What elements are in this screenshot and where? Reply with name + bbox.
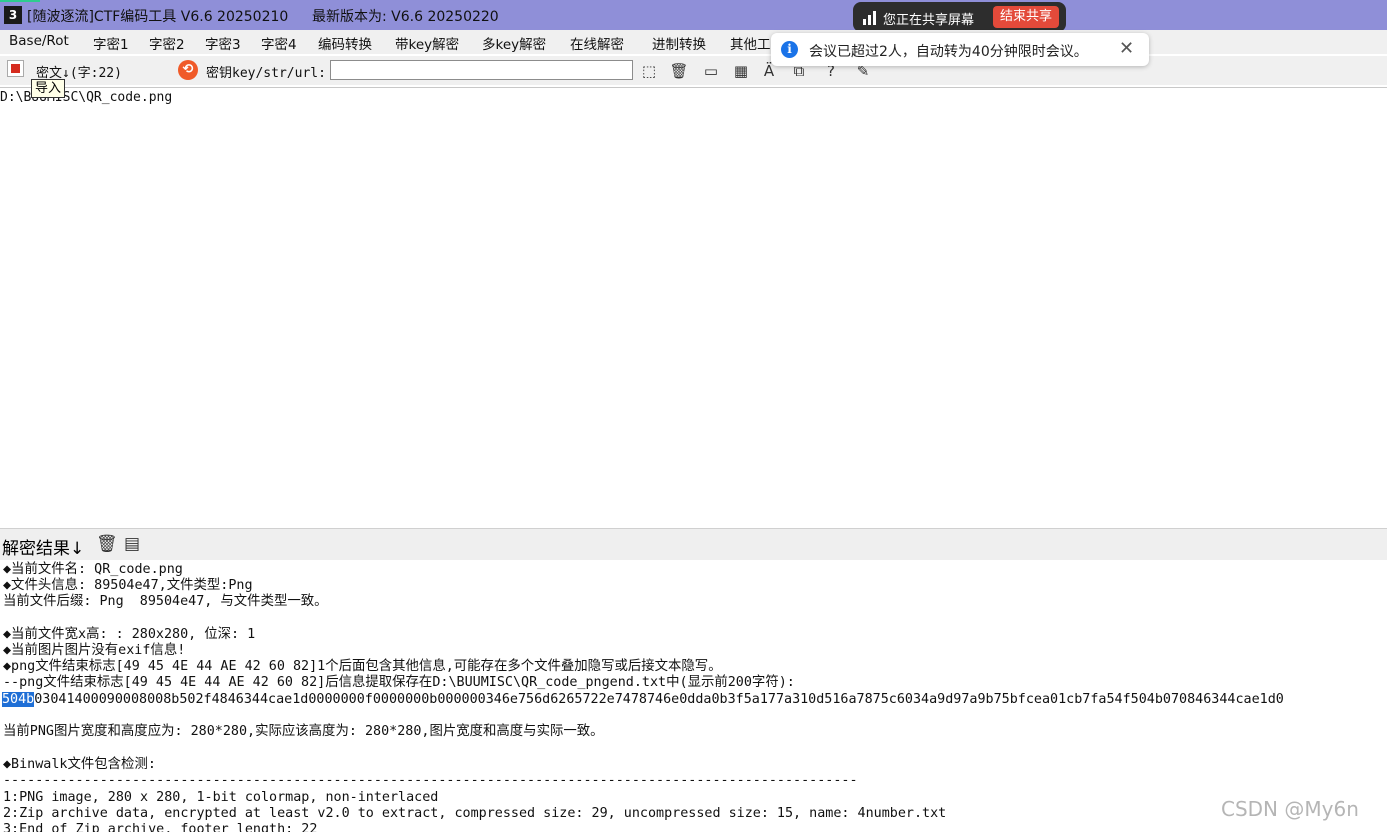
copy-results-icon[interactable]: ▤ [124,534,140,554]
window-title: [随波逐流]CTF编码工具 V6.6 20250210 [27,9,289,25]
screen-share-indicator: 您正在共享屏幕 结束共享 [853,2,1066,32]
key-edit-icon[interactable]: ⟲ [178,60,198,80]
menu-multikey-decrypt[interactable]: 多key解密 [482,33,546,53]
calculator-icon[interactable]: ▦ [731,61,751,81]
close-icon[interactable]: ✕ [1119,38,1134,59]
result-line: ◆当前文件名: QR_code.png [3,562,183,577]
result-line: 2:Zip archive data, encrypted at least v… [3,806,947,821]
title-bar: 𝟯 [随波逐流]CTF编码工具 V6.6 20250210 最新版本为: V6.… [0,0,1387,30]
app-logo-icon: 𝟯 [4,6,22,24]
menu-zimi3[interactable]: 字密3 [205,33,241,53]
hex-selection: 504b [2,692,35,707]
result-line: 1:PNG image, 280 x 280, 1-bit colormap, … [3,790,439,805]
signal-bars-icon [863,11,877,25]
trash-icon[interactable]: 🗑 [96,534,118,554]
separator-line: ----------------------------------------… [3,773,858,788]
import-tooltip: 导入 [31,79,66,98]
hex-dump-line: 504b03041400090008008b502f4846344cae1d00… [2,692,1284,708]
import-icon[interactable] [7,60,24,77]
result-line: 3:End of Zip archive, footer length: 22 [3,822,318,832]
result-line: ◆png文件结束标志[49 45 4E 44 AE 42 60 82]1个后面包… [3,659,722,674]
result-line: 当前PNG图片宽度和高度应为: 280*280,实际应该高度为: 280*280… [3,724,604,739]
share-status-text: 您正在共享屏幕 [883,13,975,28]
menu-base-rot[interactable]: Base/Rot [9,33,69,49]
accent-strip [0,0,40,2]
latest-version-label: 最新版本为: V6.6 20250220 [312,9,499,25]
menu-key-decrypt[interactable]: 带key解密 [395,33,459,53]
result-line: ◆当前图片图片没有exif信息! [3,643,186,658]
result-line: ◆文件头信息: 89504e47,文件类型:Png [3,578,253,593]
menu-online-decrypt[interactable]: 在线解密 [570,33,624,53]
result-line: ◆Binwalk文件包含检测: [3,757,156,772]
stop-sharing-button[interactable]: 结束共享 [993,6,1060,28]
toolbar: 密文↓(字:22) ⟲ 密钥key/str/url: ⬚ 🗑 ▭ ▦ Ä ⧉ ?… [0,56,1387,85]
watermark: CSDN @My6n [1221,797,1359,821]
terminal-icon[interactable]: ▭ [701,61,721,81]
menu-base-convert[interactable]: 进制转换 [652,33,706,53]
menu-zimi2[interactable]: 字密2 [149,33,185,53]
results-output[interactable]: ◆当前文件名: QR_code.png ◆文件头信息: 89504e47,文件类… [0,560,1387,832]
results-header: 解密结果↓ 🗑 ▤ [0,528,1387,561]
menu-other-tools[interactable]: 其他工 [730,33,771,53]
ciphertext-input-area[interactable]: D:\BUUMISC\QR_code.png [0,87,1387,529]
result-line: 当前文件后缀: Png 89504e47, 与文件类型一致。 [3,594,328,609]
meeting-notification: i 会议已超过2人，自动转为40分钟限时会议。 ✕ [771,33,1149,66]
result-line: --png文件结束标志[49 45 4E 44 AE 42 60 82]后信息提… [3,675,795,690]
key-label: 密钥key/str/url: [206,66,326,81]
ciphertext-text[interactable]: D:\BUUMISC\QR_code.png [0,90,172,105]
result-line: ◆当前文件宽x高: : 280x280, 位深: 1 [3,627,256,642]
menu-zimi4[interactable]: 字密4 [261,33,297,53]
hex-dump-text: 03041400090008008b502f4846344cae1d000000… [34,692,1284,707]
trash-icon[interactable]: 🗑 [669,61,689,81]
results-label: 解密结果↓ [2,539,85,559]
info-icon: i [781,41,798,58]
key-input[interactable] [330,60,633,80]
menu-encoding-convert[interactable]: 编码转换 [318,33,372,53]
menu-bar: Base/Rot 字密1 字密2 字密3 字密4 编码转换 带key解密 多ke… [0,30,1387,54]
menu-zimi1[interactable]: 字密1 [93,33,129,53]
notification-message: 会议已超过2人，自动转为40分钟限时会议。 [809,44,1088,60]
cursor-select-icon[interactable]: ⬚ [639,61,659,81]
